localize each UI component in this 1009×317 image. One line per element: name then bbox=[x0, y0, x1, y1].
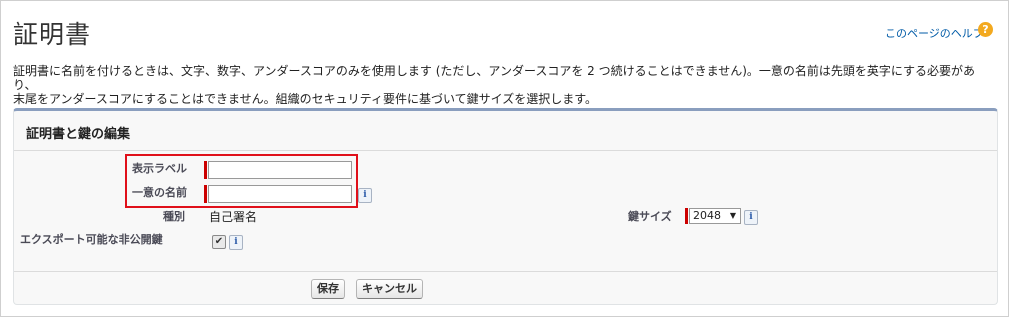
required-marker bbox=[685, 208, 688, 224]
section-title: 証明書と鍵の編集 bbox=[26, 127, 131, 142]
help-link[interactable]: このページのヘルプ bbox=[885, 25, 984, 41]
save-button[interactable]: 保存 bbox=[311, 279, 345, 299]
type-field-label: 種別 bbox=[163, 210, 185, 223]
description-line-2: 末尾をアンダースコアにすることはできません。組織のセキュリティ要件に基づいて鍵サ… bbox=[13, 92, 598, 106]
key-size-select[interactable]: 2048 ▼ bbox=[689, 208, 741, 224]
type-value: 自己署名 bbox=[209, 210, 258, 224]
key-size-label: 鍵サイズ bbox=[628, 210, 672, 223]
chevron-down-icon: ▼ bbox=[729, 211, 736, 220]
section-divider bbox=[14, 150, 997, 151]
exportable-info-icon[interactable]: i bbox=[229, 235, 243, 250]
unique-name-info-icon[interactable]: i bbox=[358, 188, 372, 203]
exportable-key-checkbox[interactable]: ✔ bbox=[212, 235, 226, 249]
exportable-key-label: エクスポート可能な非公開鍵 bbox=[20, 233, 163, 246]
description-line-1: 証明書に名前を付けるときは、文字、数字、アンダースコアのみを使用します (ただし… bbox=[13, 64, 976, 92]
page-title: 証明書 bbox=[13, 20, 92, 49]
footer-divider bbox=[14, 271, 997, 272]
page-description: 証明書に名前を付けるときは、文字、数字、アンダースコアのみを使用します (ただし… bbox=[13, 64, 998, 106]
key-size-selected: 2048 bbox=[693, 209, 721, 222]
annotation-highlight-box bbox=[125, 154, 358, 208]
cancel-button[interactable]: キャンセル bbox=[356, 279, 423, 299]
help-icon[interactable]: ? bbox=[978, 22, 993, 37]
key-size-info-icon[interactable]: i bbox=[744, 210, 758, 225]
